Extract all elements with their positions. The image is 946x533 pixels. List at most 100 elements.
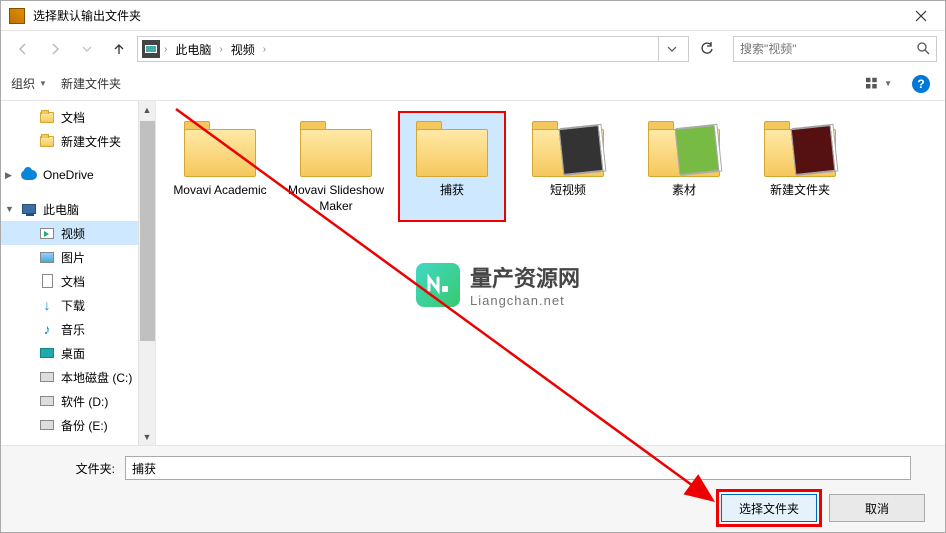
folder-name-input[interactable] bbox=[125, 456, 911, 480]
window-title: 选择默认输出文件夹 bbox=[33, 7, 898, 24]
back-button[interactable] bbox=[9, 36, 37, 62]
folder-tile[interactable]: Movavi Slideshow Maker bbox=[282, 111, 390, 222]
tree-item-label: 下载 bbox=[61, 297, 85, 314]
music-icon: ♪ bbox=[39, 321, 55, 337]
search-input[interactable] bbox=[740, 42, 916, 56]
folder-tile[interactable]: 新建文件夹 bbox=[746, 111, 854, 222]
folder-label: 新建文件夹 bbox=[750, 183, 850, 199]
disk-icon bbox=[39, 417, 55, 433]
watermark: 量产资源网 Liangchan.net bbox=[416, 261, 580, 308]
toolbar: 组织 ▼ 新建文件夹 ▼ ? bbox=[1, 67, 945, 101]
scroll-down-icon[interactable]: ▼ bbox=[139, 428, 155, 445]
folder-icon bbox=[39, 109, 55, 125]
help-button[interactable]: ? bbox=[907, 72, 935, 96]
tree-item[interactable]: 新建文件夹 bbox=[1, 129, 155, 153]
search-box[interactable] bbox=[733, 36, 937, 62]
chevron-down-icon bbox=[82, 44, 92, 54]
refresh-button[interactable] bbox=[693, 36, 721, 62]
tree-item-label: 此电脑 bbox=[43, 201, 79, 218]
view-options-button[interactable]: ▼ bbox=[865, 72, 893, 96]
folder-label: Movavi Academic bbox=[170, 183, 270, 199]
folder-label: 素材 bbox=[634, 183, 734, 199]
folder-icon bbox=[297, 119, 375, 177]
folder-tile[interactable]: Movavi Academic bbox=[166, 111, 274, 222]
tree-item-label: 图片 bbox=[61, 249, 85, 266]
tree-item[interactable]: 备份 (E:) bbox=[1, 413, 155, 437]
tree-item-label: 本地磁盘 (C:) bbox=[61, 369, 132, 386]
close-button[interactable] bbox=[898, 2, 943, 30]
folder-icon bbox=[761, 119, 839, 177]
tree-item-label: 文档 bbox=[61, 109, 85, 126]
tree-item[interactable]: ♪ 音乐 bbox=[1, 317, 155, 341]
tree-item[interactable]: ▶OneDrive bbox=[1, 163, 155, 187]
footer: 文件夹: 选择文件夹 取消 bbox=[1, 445, 945, 532]
tree-item[interactable]: 文档 bbox=[1, 269, 155, 293]
nav-row: › 此电脑 › 视频 › bbox=[1, 31, 945, 67]
tree-item[interactable]: 软件 (D:) bbox=[1, 389, 155, 413]
pc-icon bbox=[21, 201, 37, 217]
tree-item[interactable]: ▼ 此电脑 bbox=[1, 197, 155, 221]
down-icon: ↓ bbox=[39, 297, 55, 313]
caret-icon: ▼ bbox=[5, 204, 15, 214]
tree-item-label: 备份 (E:) bbox=[61, 417, 108, 434]
watermark-url: Liangchan.net bbox=[470, 293, 580, 308]
forward-button[interactable] bbox=[41, 36, 69, 62]
folder-icon bbox=[529, 119, 607, 177]
cancel-button[interactable]: 取消 bbox=[829, 494, 925, 522]
tree-item-label: 音乐 bbox=[61, 321, 85, 338]
view-icon bbox=[866, 77, 882, 91]
title-bar: 选择默认输出文件夹 bbox=[1, 1, 945, 31]
chevron-right-icon: › bbox=[261, 44, 268, 55]
chevron-down-icon bbox=[667, 44, 677, 54]
breadcrumb-item[interactable]: 此电脑 bbox=[171, 39, 215, 60]
chevron-down-icon: ▼ bbox=[39, 79, 47, 88]
select-folder-button[interactable]: 选择文件夹 bbox=[721, 494, 817, 522]
disk-icon bbox=[39, 393, 55, 409]
new-folder-button[interactable]: 新建文件夹 bbox=[61, 75, 121, 92]
search-icon[interactable] bbox=[916, 41, 930, 58]
tree-item-label: 视频 bbox=[61, 225, 85, 242]
organize-menu[interactable]: 组织 ▼ bbox=[11, 75, 47, 92]
arrow-right-icon bbox=[48, 42, 62, 56]
desk-icon bbox=[39, 345, 55, 361]
recent-dropdown[interactable] bbox=[73, 36, 101, 62]
tree-item[interactable]: 本地磁盘 (C:) bbox=[1, 365, 155, 389]
nav-tree[interactable]: 文档新建文件夹▶OneDrive▼此电脑视频图片文档↓下载♪音乐桌面本地磁盘 (… bbox=[1, 101, 156, 445]
folder-tile[interactable]: 短视频 bbox=[514, 111, 622, 222]
help-icon: ? bbox=[912, 75, 930, 93]
up-button[interactable] bbox=[105, 36, 133, 62]
chevron-right-icon: › bbox=[162, 44, 169, 55]
scroll-thumb[interactable] bbox=[140, 121, 155, 341]
app-icon bbox=[9, 8, 25, 24]
arrow-up-icon bbox=[112, 42, 126, 56]
tree-item[interactable]: 桌面 bbox=[1, 341, 155, 365]
arrow-left-icon bbox=[16, 42, 30, 56]
tree-scrollbar[interactable]: ▲ ▼ bbox=[138, 101, 155, 445]
folder-label: 捕获 bbox=[402, 183, 502, 199]
location-icon bbox=[142, 40, 160, 58]
folder-label: Movavi Slideshow Maker bbox=[286, 183, 386, 214]
folder-icon bbox=[413, 119, 491, 177]
folder-content[interactable]: Movavi Academic Movavi Slideshow Maker 捕获短… bbox=[156, 101, 945, 445]
body: 文档新建文件夹▶OneDrive▼此电脑视频图片文档↓下载♪音乐桌面本地磁盘 (… bbox=[1, 101, 945, 445]
tree-item-label: 桌面 bbox=[61, 345, 85, 362]
disk-icon bbox=[39, 369, 55, 385]
pic-icon bbox=[39, 249, 55, 265]
tree-item[interactable]: ↓ 下载 bbox=[1, 293, 155, 317]
folder-label: 短视频 bbox=[518, 183, 618, 199]
tree-item-label: 文档 bbox=[61, 273, 85, 290]
breadcrumb-dropdown[interactable] bbox=[658, 37, 684, 61]
folder-tile[interactable]: 捕获 bbox=[398, 111, 506, 222]
folder-icon bbox=[39, 133, 55, 149]
breadcrumb-item[interactable]: 视频 bbox=[227, 39, 259, 60]
scroll-up-icon[interactable]: ▲ bbox=[139, 101, 155, 118]
folder-icon bbox=[645, 119, 723, 177]
tree-item-label: 新建文件夹 bbox=[61, 133, 121, 150]
tree-item[interactable]: 图片 bbox=[1, 245, 155, 269]
tree-item[interactable]: 视频 bbox=[1, 221, 155, 245]
breadcrumb[interactable]: › 此电脑 › 视频 › bbox=[137, 36, 689, 62]
folder-tile[interactable]: 素材 bbox=[630, 111, 738, 222]
refresh-icon bbox=[700, 42, 714, 56]
tree-item[interactable]: 文档 bbox=[1, 105, 155, 129]
close-icon bbox=[915, 10, 927, 22]
